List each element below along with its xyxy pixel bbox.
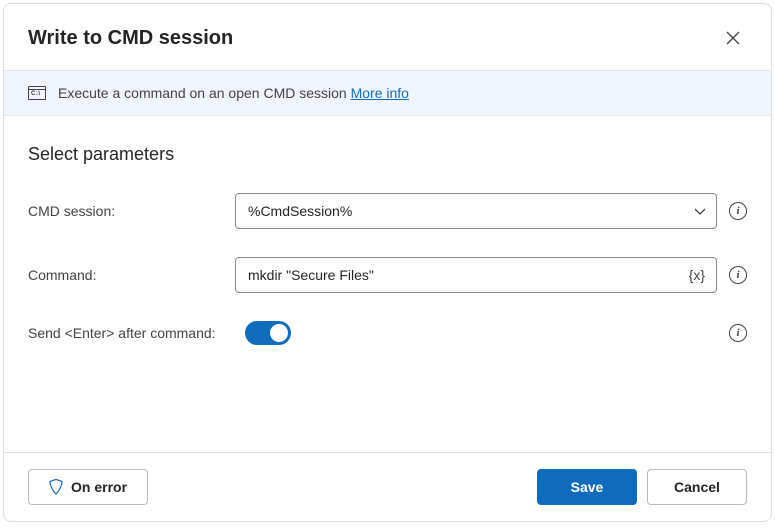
send-enter-label: Send <Enter> after command: (28, 325, 233, 341)
toggle-knob (270, 324, 288, 342)
info-icon-cmd-session[interactable]: i (729, 202, 747, 220)
send-enter-toggle-wrap (245, 321, 717, 345)
cancel-button[interactable]: Cancel (647, 469, 747, 505)
param-row-send-enter: Send <Enter> after command: i (28, 321, 747, 345)
dialog-content: Select parameters CMD session: i Command… (4, 116, 771, 452)
info-icon-send-enter[interactable]: i (729, 324, 747, 342)
cmd-session-label: CMD session: (28, 203, 223, 219)
variable-picker-icon[interactable]: {x} (685, 265, 709, 285)
param-row-command: Command: {x} i (28, 257, 747, 293)
cmd-session-icon: C:\ (28, 86, 46, 100)
close-button[interactable] (719, 24, 747, 52)
command-input[interactable] (235, 257, 717, 293)
param-row-cmd-session: CMD session: i (28, 193, 747, 229)
send-enter-toggle[interactable] (245, 321, 291, 345)
shield-icon (49, 479, 63, 495)
footer-right: Save Cancel (537, 469, 747, 505)
info-banner: C:\ Execute a command on an open CMD ses… (4, 70, 771, 116)
command-input-wrap: {x} (235, 257, 717, 293)
section-title: Select parameters (28, 144, 747, 165)
dialog-title: Write to CMD session (28, 27, 233, 50)
cmd-session-select-wrap (235, 193, 717, 229)
save-label: Save (571, 479, 604, 495)
info-icon-command[interactable]: i (729, 266, 747, 284)
close-icon (726, 31, 740, 45)
save-button[interactable]: Save (537, 469, 637, 505)
dialog-footer: On error Save Cancel (4, 452, 771, 521)
on-error-button[interactable]: On error (28, 469, 148, 505)
cmd-session-select[interactable] (235, 193, 717, 229)
banner-text: Execute a command on an open CMD session (58, 85, 347, 101)
more-info-link[interactable]: More info (351, 85, 409, 101)
cancel-label: Cancel (674, 479, 720, 495)
dialog-header: Write to CMD session (4, 4, 771, 70)
on-error-label: On error (71, 479, 127, 495)
banner-text-wrap: Execute a command on an open CMD session… (58, 85, 409, 101)
command-label: Command: (28, 267, 223, 283)
dialog-write-to-cmd: Write to CMD session C:\ Execute a comma… (3, 3, 772, 522)
